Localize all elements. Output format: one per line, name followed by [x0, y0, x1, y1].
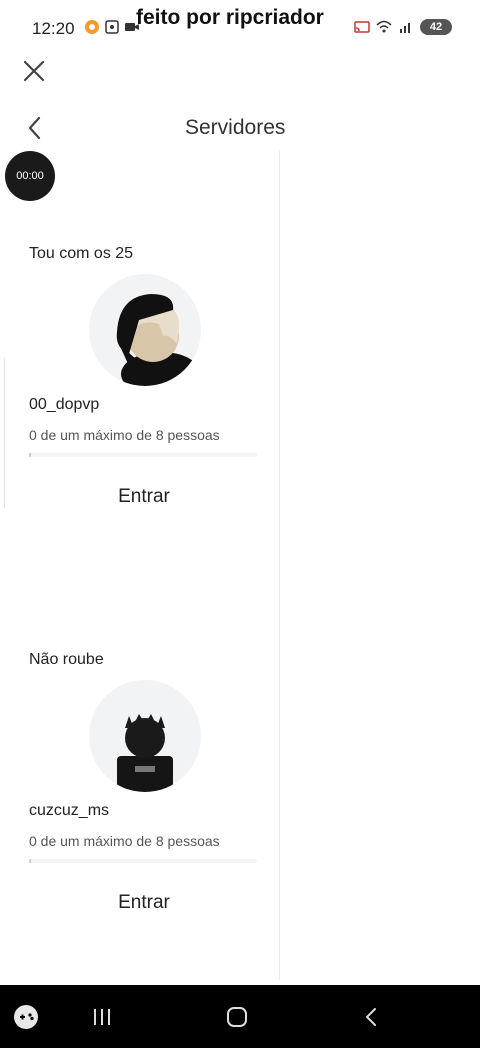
status-bar: 12:20 feito por ripcriador 42	[0, 0, 480, 56]
system-nav-bar	[0, 985, 480, 1048]
close-button[interactable]	[20, 57, 48, 85]
server-name: Não roube	[29, 651, 104, 668]
game-launcher-button[interactable]	[10, 1001, 42, 1033]
screenshot-icon	[105, 20, 119, 34]
signal-icon	[400, 23, 410, 33]
wifi-icon	[376, 20, 392, 33]
page-header: Servidores	[0, 108, 285, 148]
system-icons: 42	[354, 19, 452, 35]
chevron-left-icon	[28, 116, 41, 140]
watermark-text: feito por ripcriador	[136, 6, 324, 29]
vertical-divider	[279, 150, 280, 980]
capacity-bar-fill	[29, 453, 32, 457]
home-button[interactable]	[221, 1001, 253, 1033]
capacity-text: 0 de um máximo de 8 pessoas	[29, 833, 220, 849]
status-time: 12:20	[32, 19, 75, 38]
nav-back-icon	[365, 1008, 376, 1026]
cast-icon	[354, 21, 370, 33]
capacity-bar-fill	[29, 859, 32, 863]
gamepad-icon	[14, 1005, 38, 1029]
timer-value: 00:00	[16, 170, 44, 182]
close-icon	[23, 60, 45, 82]
battery-indicator: 42	[420, 19, 452, 35]
capacity-text: 0 de um máximo de 8 pessoas	[29, 427, 220, 443]
home-icon	[227, 1007, 247, 1027]
app-notification-icon	[85, 20, 99, 34]
avatar[interactable]	[89, 274, 201, 386]
timer-bubble[interactable]: 00:00	[5, 151, 55, 201]
nav-back-button[interactable]	[356, 1001, 388, 1033]
avatar-image	[116, 294, 201, 386]
recents-button[interactable]	[86, 1001, 118, 1033]
owner-name: 00_dopvp	[29, 396, 100, 413]
avatar-image	[117, 714, 173, 792]
join-button[interactable]: Entrar	[29, 887, 259, 919]
back-button[interactable]	[24, 114, 46, 142]
notification-icons	[84, 19, 140, 35]
server-name: Tou com os 25	[29, 245, 134, 262]
avatar[interactable]	[89, 680, 201, 792]
recents-icon	[94, 1009, 110, 1025]
side-edge	[0, 358, 5, 508]
join-button[interactable]: Entrar	[29, 481, 259, 513]
page-title: Servidores	[185, 116, 286, 139]
owner-name: cuzcuz_ms	[29, 802, 110, 819]
capacity-bar	[29, 859, 257, 863]
capacity-bar	[29, 453, 257, 457]
